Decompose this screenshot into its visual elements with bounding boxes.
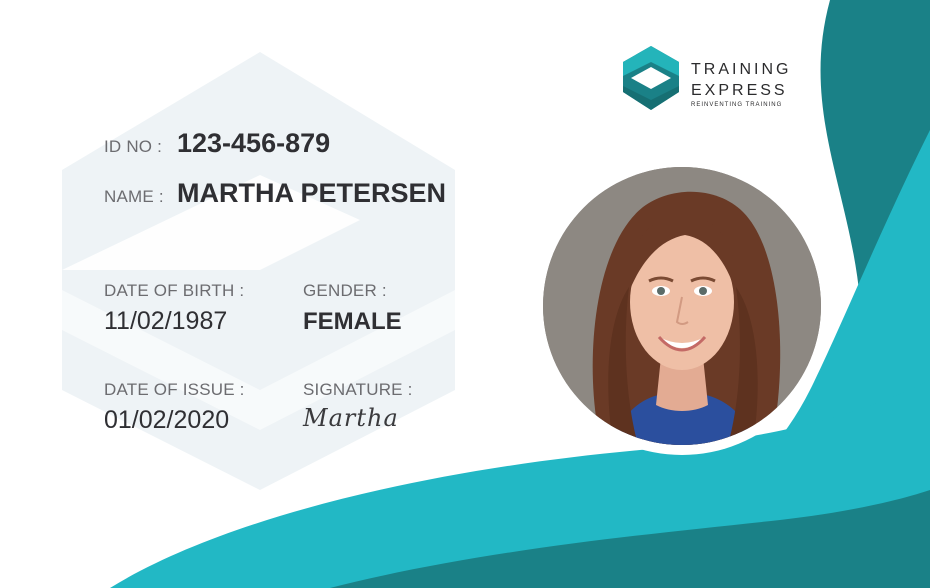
name-label: NAME : — [104, 187, 164, 206]
brand-name-line1: TRAINING — [691, 61, 792, 78]
id-label: ID NO : — [104, 137, 163, 156]
brand-logo: TRAINING EXPRESS REINVENTING TRAINING — [621, 46, 811, 112]
brand-name-line2: EXPRESS — [691, 82, 788, 99]
issue-label: DATE OF ISSUE : — [104, 380, 245, 399]
issue-value: 01/02/2020 — [104, 406, 230, 434]
id-card: TRAINING EXPRESS REINVENTING TRAINING ID… — [0, 0, 930, 588]
hexagon-logo-icon — [623, 46, 679, 110]
dob-value: 11/02/1987 — [104, 307, 228, 335]
gender-value: FEMALE — [303, 308, 402, 335]
id-value: 123-456-879 — [177, 128, 331, 158]
signature-label: SIGNATURE : — [303, 380, 413, 399]
name-value: MARTHA PETERSEN — [177, 178, 447, 208]
dob-label: DATE OF BIRTH : — [104, 281, 245, 300]
signature-value: Martha — [303, 404, 399, 432]
brand-tagline: REINVENTING TRAINING — [691, 102, 783, 108]
profile-photo — [543, 167, 821, 445]
gender-label: GENDER : — [303, 281, 387, 300]
